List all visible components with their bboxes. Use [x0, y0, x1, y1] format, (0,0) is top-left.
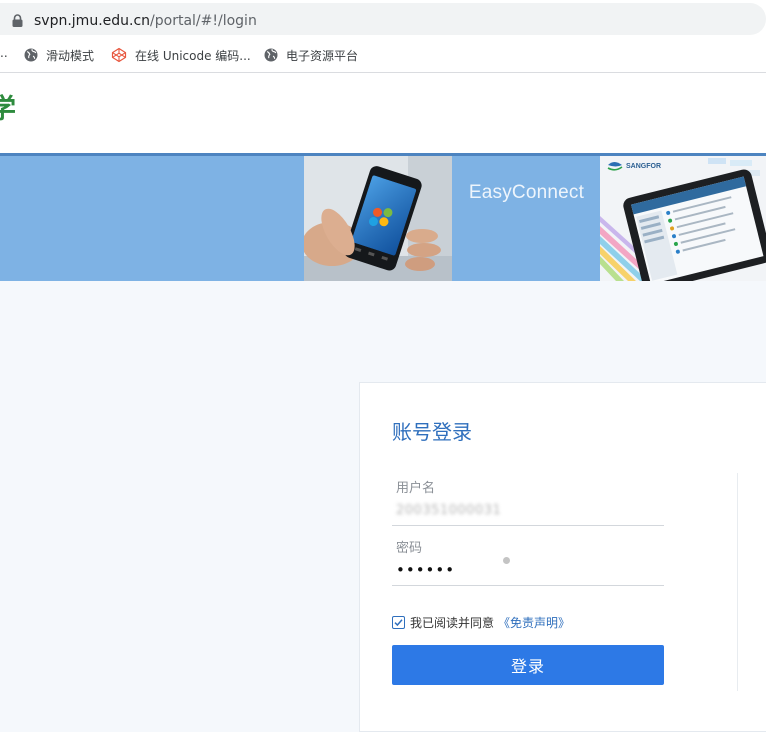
password-label: 密码: [396, 541, 423, 556]
login-panel: 账号登录 用户名 密码 我已阅读并同意 《免责声明》 登录: [359, 382, 766, 732]
bookmark-label: 在线 Unicode 编码...: [135, 48, 251, 63]
easyconnect-brand: EasyConnect: [468, 182, 585, 203]
phone-photo: [304, 156, 452, 281]
address-bar: svpn.jmu.edu.cn/portal/#!/login: [0, 0, 766, 38]
codepen-icon: [111, 47, 127, 63]
bookmarks-bar: .. 滑动模式 在线 Unicode 编码... 电子资源平台: [0, 38, 766, 73]
bookmark-e-resources[interactable]: 电子资源平台: [264, 44, 358, 66]
bookmark-overflow[interactable]: ..: [0, 46, 8, 60]
banner: EasyConnect SANGFOR: [0, 153, 766, 281]
disclaimer-link[interactable]: 《免责声明》: [498, 614, 570, 631]
username-label: 用户名: [396, 481, 436, 496]
login-button[interactable]: 登录: [392, 645, 664, 685]
sangfor-logo-text: SANGFOR: [626, 163, 661, 170]
panel-divider: [737, 473, 738, 691]
password-field: 密码: [392, 525, 664, 586]
login-title: 账号登录: [392, 420, 472, 444]
agree-checkbox[interactable]: [392, 616, 405, 629]
site-header: 学: [0, 73, 766, 153]
url-path: /portal/#!/login: [150, 13, 257, 29]
lock-icon[interactable]: [12, 14, 23, 27]
bookmark-slide-mode[interactable]: 滑动模式: [24, 44, 94, 66]
agree-text: 我已阅读并同意: [410, 616, 495, 630]
university-logo-text[interactable]: 学: [0, 93, 16, 127]
url-field[interactable]: svpn.jmu.edu.cn/portal/#!/login: [0, 3, 766, 35]
bookmark-label: 电子资源平台: [286, 48, 359, 63]
tablet-image: SANGFOR: [600, 156, 766, 281]
tablet-photo: SANGFOR: [600, 156, 766, 281]
globe-icon: [24, 48, 38, 62]
username-field: 用户名: [392, 465, 664, 526]
phone-in-hand-image: [304, 156, 452, 281]
bookmark-label: 滑动模式: [46, 48, 95, 63]
bookmark-unicode-encoder[interactable]: 在线 Unicode 编码...: [111, 44, 251, 66]
url-text[interactable]: svpn.jmu.edu.cn/portal/#!/login: [34, 12, 257, 30]
username-input[interactable]: [392, 499, 664, 521]
agree-row: 我已阅读并同意 《免责声明》: [392, 614, 570, 631]
password-input[interactable]: [392, 559, 664, 581]
globe-icon: [264, 48, 278, 62]
checkmark-icon: [394, 619, 403, 627]
url-host: svpn.jmu.edu.cn: [34, 13, 151, 29]
